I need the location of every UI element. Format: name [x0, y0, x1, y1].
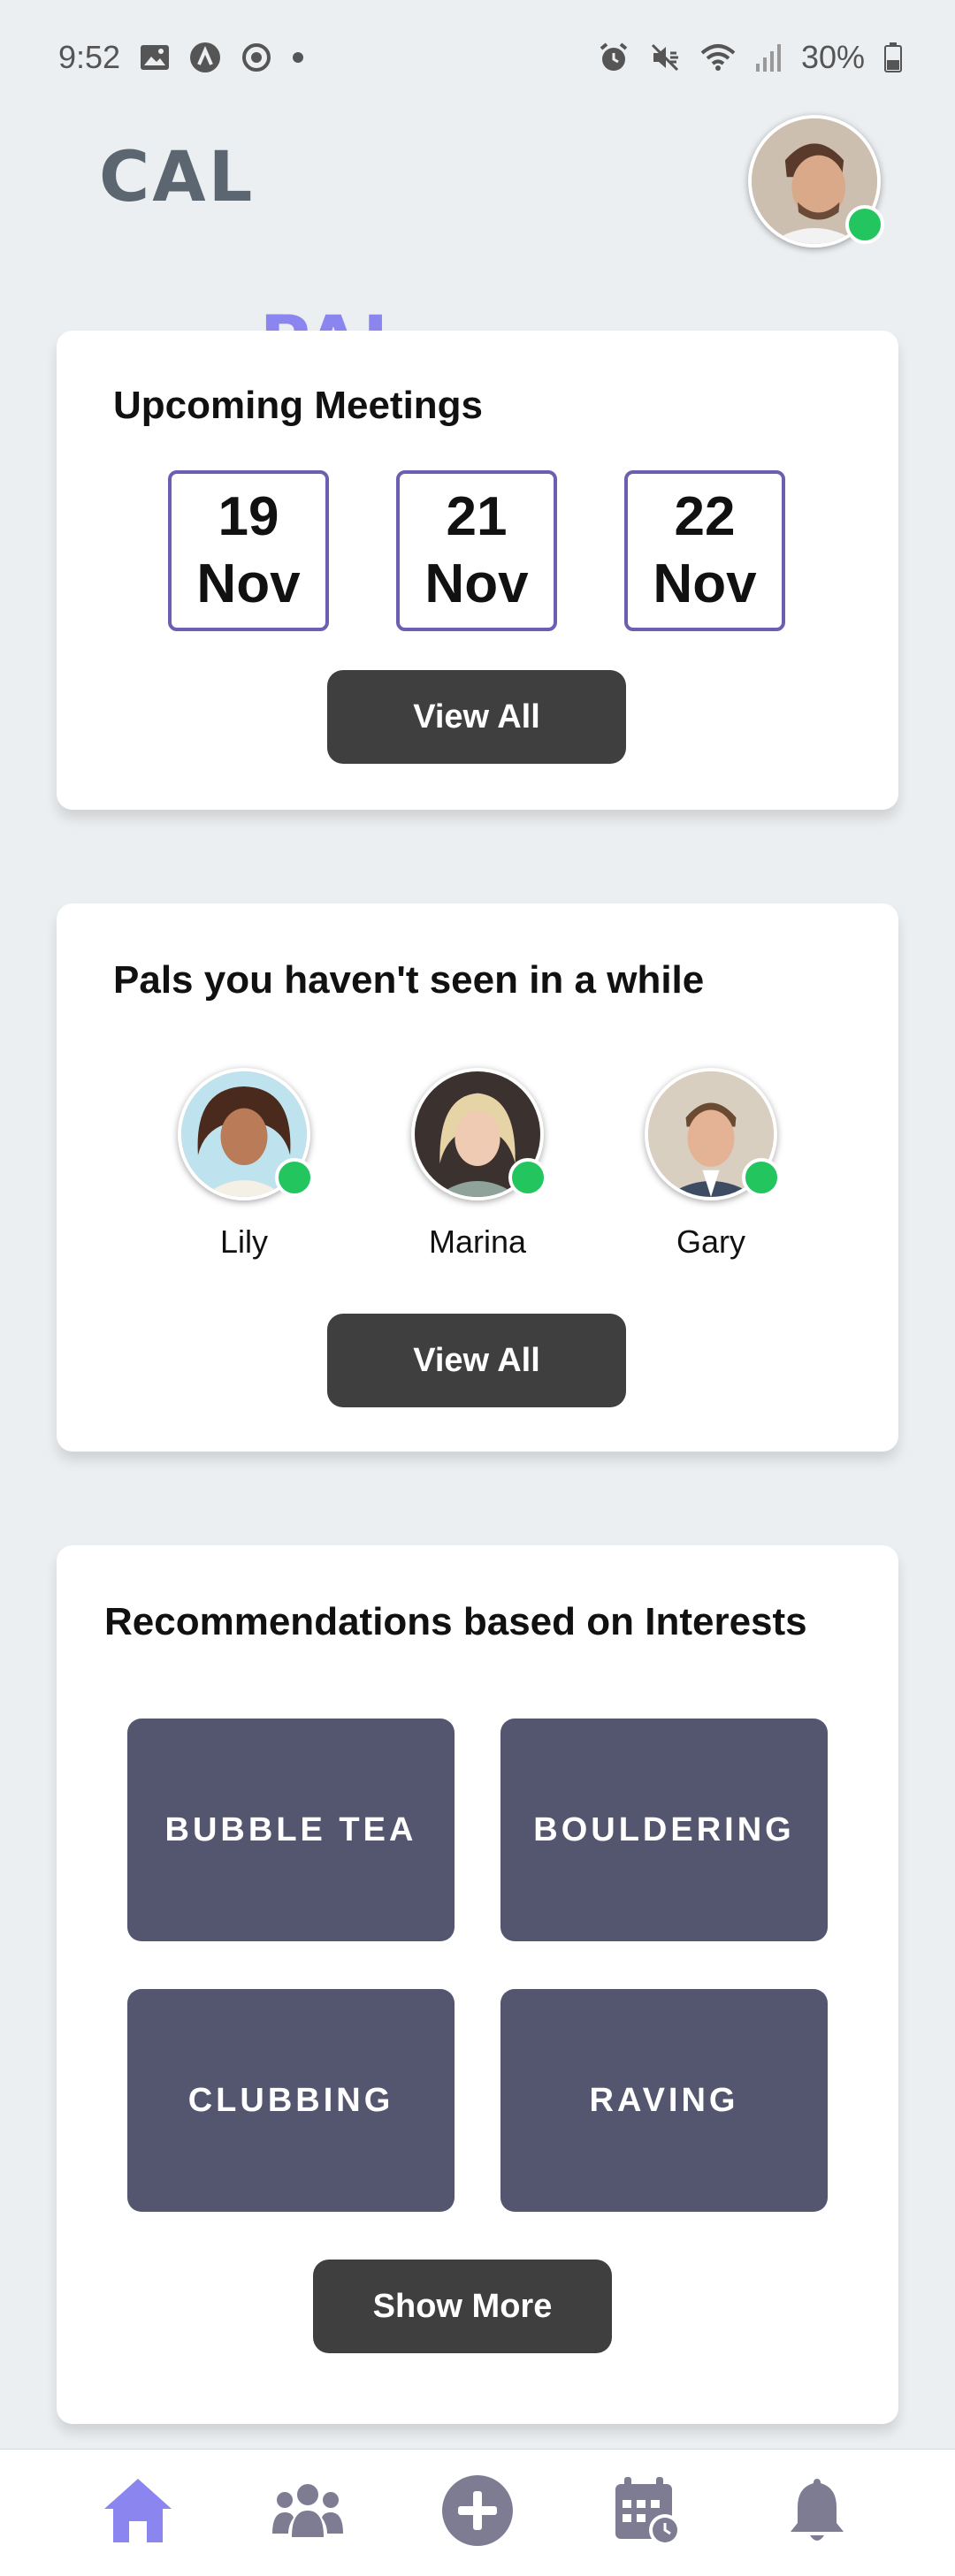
app-header: CALPAL [0, 115, 955, 382]
pal-name: Gary [676, 1223, 745, 1260]
meeting-date-1[interactable]: 19 Nov [168, 470, 329, 631]
show-more-button[interactable]: Show More [313, 2260, 612, 2353]
meeting-month: Nov [424, 553, 529, 614]
calendar-icon [610, 2473, 684, 2552]
interest-tile-bubble-tea[interactable]: BUBBLE TEA [127, 1719, 455, 1941]
interest-tile-clubbing[interactable]: CLUBBING [127, 1989, 455, 2212]
battery-icon [884, 42, 902, 72]
profile-avatar-button[interactable] [748, 115, 884, 248]
nav-friends[interactable] [259, 2465, 356, 2562]
pals-title: Pals you haven't seen in a while [113, 958, 705, 1002]
pal-avatar [178, 1068, 314, 1200]
meeting-date-3[interactable]: 22 Nov [624, 470, 785, 631]
sync-icon [241, 42, 272, 73]
bottom-navigation [0, 2449, 955, 2576]
interest-tile-bouldering[interactable]: BOULDERING [500, 1719, 828, 1941]
meeting-day: 22 [674, 486, 736, 547]
wifi-icon [700, 42, 736, 72]
signal-icon [755, 42, 782, 72]
pals-view-all-button[interactable]: View All [327, 1314, 626, 1407]
dot-icon [292, 51, 304, 64]
meetings-title: Upcoming Meetings [113, 384, 484, 427]
pal-avatar [411, 1068, 547, 1200]
nav-add[interactable] [429, 2465, 526, 2562]
pal-avatar [645, 1068, 781, 1200]
online-status-dot [508, 1158, 547, 1197]
pal-name: Marina [428, 1223, 527, 1260]
meeting-day: 21 [446, 486, 508, 547]
interest-tile-raving[interactable]: RAVING [500, 1989, 828, 2212]
recommendations-title: Recommendations based on Interests [104, 1600, 807, 1643]
alarm-icon [598, 42, 630, 73]
pal-item-gary[interactable]: Gary [631, 1068, 791, 1261]
online-status-dot [845, 205, 884, 244]
status-bar: 9:52 30% [0, 0, 955, 115]
home-icon [101, 2475, 175, 2550]
recommendations-card: Recommendations based on Interests BUBBL… [57, 1545, 898, 2424]
add-icon [440, 2473, 515, 2552]
battery-percent: 30% [800, 39, 865, 75]
a-circle-icon [189, 42, 221, 73]
pal-item-marina[interactable]: Marina [398, 1068, 557, 1261]
pal-item-lily[interactable]: Lily [164, 1068, 324, 1261]
meeting-day: 19 [218, 486, 279, 547]
mute-icon [649, 42, 681, 73]
meetings-view-all-button[interactable]: View All [327, 670, 626, 764]
nav-home[interactable] [89, 2465, 187, 2562]
nav-notifications[interactable] [768, 2465, 866, 2562]
online-status-dot [742, 1158, 781, 1197]
logo-part-cal: CAL [99, 138, 256, 217]
nav-calendar[interactable] [599, 2465, 696, 2562]
friends-icon [271, 2479, 345, 2547]
app-logo[interactable]: CALPAL [99, 138, 407, 382]
status-time: 9:52 [58, 39, 121, 75]
status-bar-right: 30% [598, 39, 902, 76]
image-icon [140, 44, 170, 71]
upcoming-meetings-card: Upcoming Meetings 19 Nov 21 Nov 22 Nov V… [57, 331, 898, 810]
online-status-dot [275, 1158, 314, 1197]
meeting-month: Nov [653, 553, 757, 614]
bell-icon [785, 2475, 849, 2550]
pal-name: Lily [219, 1223, 269, 1260]
pals-card: Pals you haven't seen in a while Lily Ma… [57, 903, 898, 1452]
status-bar-left: 9:52 [58, 39, 304, 76]
meeting-month: Nov [196, 553, 301, 614]
meeting-date-2[interactable]: 21 Nov [396, 470, 557, 631]
